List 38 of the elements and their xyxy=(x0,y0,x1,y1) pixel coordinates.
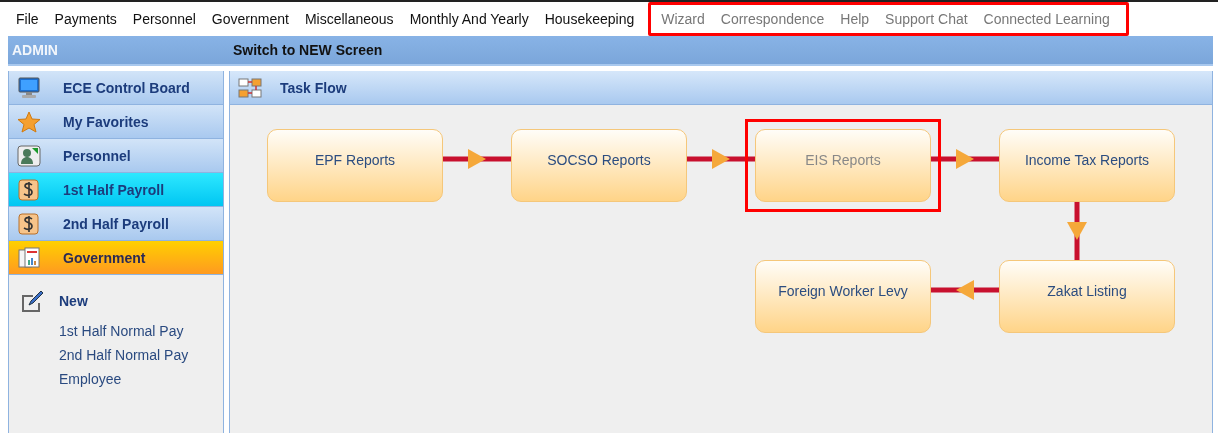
panel-title: Task Flow xyxy=(280,79,347,96)
switch-screen-link[interactable]: Switch to NEW Screen xyxy=(233,42,383,58)
sidebar-link[interactable]: 1st Half Normal Pay xyxy=(59,323,223,339)
menu-item[interactable]: Housekeeping xyxy=(536,11,643,27)
report-icon xyxy=(17,246,41,269)
menu-item[interactable]: Monthly And Yearly xyxy=(401,11,537,27)
connector-arrow xyxy=(1067,202,1087,260)
nav-item[interactable]: ECE Control Board xyxy=(9,71,223,105)
menu-item[interactable]: Personnel xyxy=(124,11,204,27)
connector-arrow xyxy=(687,149,755,169)
menu-item[interactable]: Payments xyxy=(46,11,125,27)
flow-node[interactable]: EPF Reports xyxy=(267,129,443,202)
person-icon xyxy=(17,144,41,167)
new-action[interactable]: New xyxy=(59,293,88,309)
menu-item[interactable]: Government xyxy=(203,11,297,27)
sidebar-link[interactable]: 2nd Half Normal Pay xyxy=(59,347,223,363)
dollar-icon xyxy=(17,212,41,235)
sidebar-link[interactable]: Employee xyxy=(59,371,223,387)
dollar-icon xyxy=(17,178,41,201)
flow-node[interactable]: Income Tax Reports xyxy=(999,129,1175,202)
monitor-icon xyxy=(17,76,41,99)
nav-item[interactable]: 1st Half Payroll xyxy=(9,173,223,207)
nav-item[interactable]: Personnel xyxy=(9,139,223,173)
connector-arrow xyxy=(931,280,999,300)
flow-node[interactable]: Foreign Worker Levy xyxy=(755,260,931,333)
edit-icon xyxy=(19,289,45,313)
menu-item[interactable]: Miscellaneous xyxy=(296,11,402,27)
connector-arrow xyxy=(931,149,999,169)
star-icon xyxy=(17,110,41,133)
nav-item[interactable]: My Favorites xyxy=(9,105,223,139)
nav-item[interactable]: Government xyxy=(9,241,223,275)
user-label: ADMIN xyxy=(11,42,59,58)
flow-node[interactable]: SOCSO Reports xyxy=(511,129,687,202)
nav-item[interactable]: 2nd Half Payroll xyxy=(9,207,223,241)
flow-node[interactable]: Zakat Listing xyxy=(999,260,1175,333)
menu-item[interactable]: File xyxy=(8,11,47,27)
connector-arrow xyxy=(443,149,511,169)
task-flow-icon xyxy=(238,77,262,98)
